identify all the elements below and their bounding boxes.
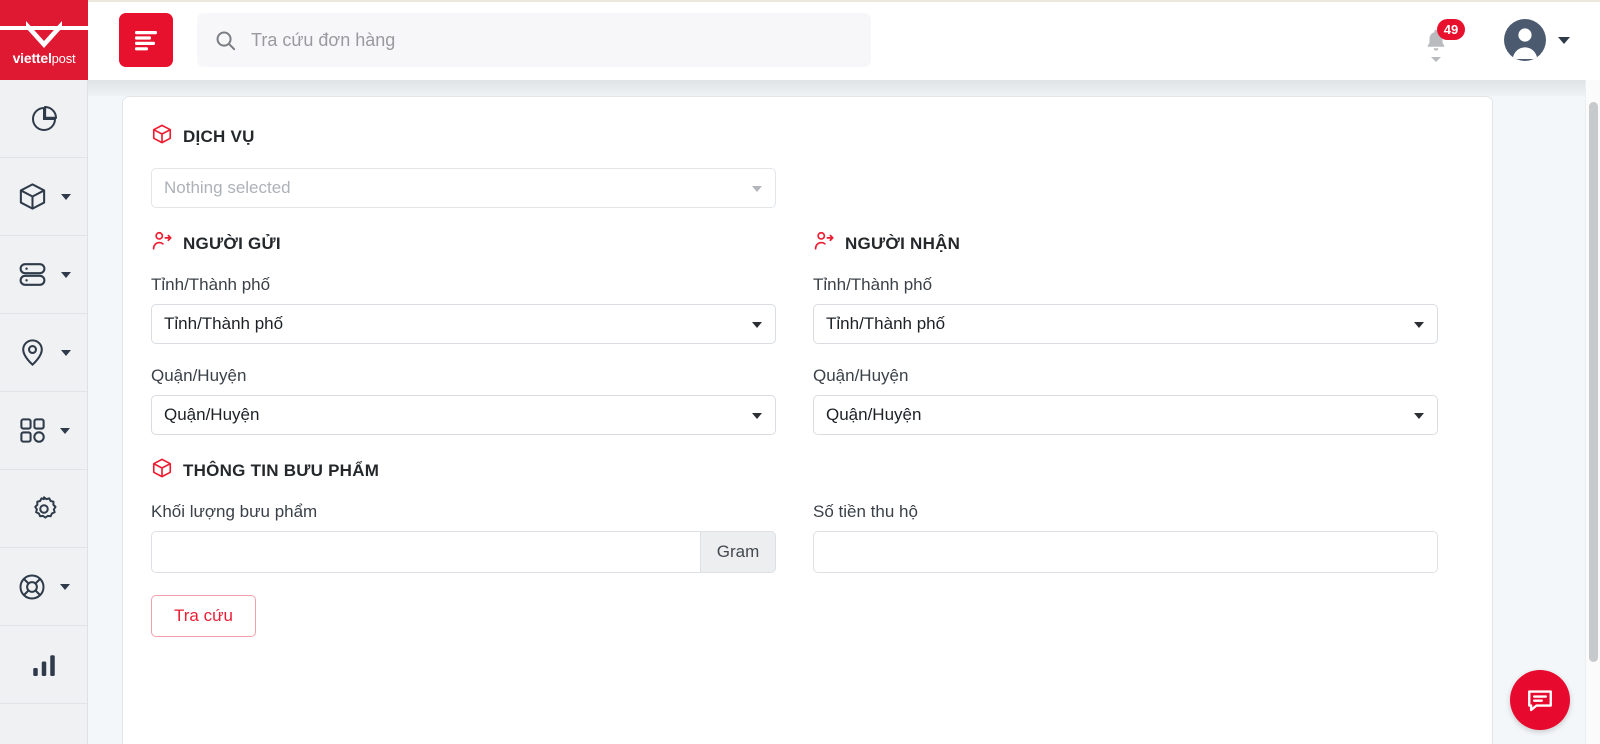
search-icon [214,29,237,52]
sender-province-select[interactable]: Tỉnh/Thành phố [151,304,776,344]
chat-bubble-icon [1528,690,1552,712]
map-pin-icon [17,337,48,368]
service-select-value: Nothing selected [164,178,291,197]
chevron-down-icon [752,322,762,328]
avatar [1504,19,1546,61]
menu-toggle-button[interactable] [119,13,173,67]
weight-column: Khối lượng bưu phẩm Gram Tra cứu [151,502,776,637]
service-select[interactable]: Nothing selected [151,168,776,208]
sender-section-title: NGƯỜI GỬI [183,233,281,253]
sidebar-item-apps[interactable] [0,392,87,470]
parcel-columns: Khối lượng bưu phẩm Gram Tra cứu Số tiền… [151,502,1464,637]
left-sidebar [0,80,88,744]
lookup-form-card: DỊCH VỤ Nothing selected NGƯỜI GỬI Tỉnh/… [122,96,1493,744]
hamburger-icon [135,31,157,51]
chevron-down-icon [60,583,70,590]
account-menu[interactable] [1504,19,1570,61]
viettel-post-logo[interactable]: viettelpost [0,0,88,80]
chevron-down-icon [1558,36,1570,44]
receiver-section-title: NGƯỜI NHẬN [845,233,961,253]
weight-input[interactable] [151,531,700,573]
bell-caret-icon [1431,57,1441,62]
sidebar-item-settings[interactable] [0,470,87,548]
scroll-shade [88,80,1600,96]
address-columns: NGƯỜI GỬI Tỉnh/Thành phố Tỉnh/Thành phố … [151,230,1464,435]
cod-column: Số tiền thu hộ [813,502,1438,637]
lookup-submit-button[interactable]: Tra cứu [151,595,256,637]
chat-support-button[interactable] [1510,670,1570,730]
logo-word-post: post [51,50,76,66]
parcel-section-title: THÔNG TIN BƯU PHẨM [183,460,380,480]
sidebar-item-reports[interactable] [0,626,87,704]
chevron-down-icon [60,349,71,356]
logo-word-viettel: viettel [12,49,52,66]
bar-chart-icon [29,650,59,680]
vertical-scrollbar[interactable] [1585,80,1600,744]
sender-district-select[interactable]: Quận/Huyện [151,395,776,435]
sidebar-item-dashboard[interactable] [0,80,87,158]
person-receive-icon [813,230,835,257]
sidebar-item-storage[interactable] [0,236,87,314]
service-section-header: DỊCH VỤ [151,123,1464,150]
user-avatar-icon [1512,28,1538,59]
receiver-district-select[interactable]: Quận/Huyện [813,395,1438,435]
logo-wordmark: viettelpost [13,50,76,66]
chevron-down-icon [60,193,71,200]
server-icon [17,259,48,290]
sender-column: NGƯỜI GỬI Tỉnh/Thành phố Tỉnh/Thành phố … [151,230,776,435]
chevron-down-icon [60,271,71,278]
notification-count-badge: 49 [1437,19,1465,40]
cod-input[interactable] [813,531,1438,573]
cod-label: Số tiền thu hộ [813,502,918,521]
package-icon [151,457,173,484]
sender-district-value: Quận/Huyện [164,405,260,424]
package-icon [17,181,48,212]
sender-section-header: NGƯỜI GỬI [151,230,776,257]
header-actions: 49 [1416,18,1570,62]
pie-chart-icon [29,104,59,134]
search-input[interactable] [251,29,857,51]
weight-label: Khối lượng bưu phẩm [151,502,318,521]
top-hairline [88,0,1600,2]
receiver-section-header: NGƯỜI NHẬN [813,230,1438,257]
gear-icon [29,494,59,524]
sender-district-label: Quận/Huyện [151,366,247,385]
service-section-title: DỊCH VỤ [183,126,255,146]
sender-province-label: Tỉnh/Thành phố [151,275,271,294]
chevron-down-icon [1414,322,1424,328]
receiver-province-value: Tỉnh/Thành phố [826,314,946,333]
chevron-down-icon [59,427,70,434]
sidebar-item-locations[interactable] [0,314,87,392]
sidebar-item-support[interactable] [0,548,87,626]
chevron-down-icon [752,413,762,419]
receiver-province-label: Tỉnh/Thành phố [813,275,933,294]
chevron-down-icon [752,186,762,192]
sender-province-value: Tỉnh/Thành phố [164,314,284,333]
chevron-down-icon [1414,413,1424,419]
parcel-section-header: THÔNG TIN BƯU PHẨM [151,457,1464,484]
top-header: 49 [88,0,1600,80]
grid-apps-icon [18,416,47,445]
receiver-district-value: Quận/Huyện [826,405,922,424]
notifications-button[interactable]: 49 [1416,18,1465,62]
main-content: DỊCH VỤ Nothing selected NGƯỜI GỬI Tỉnh/… [88,80,1600,744]
lifebuoy-icon [17,572,47,602]
sidebar-item-shipments[interactable] [0,158,87,236]
viettel-logo-mark [0,20,88,48]
weight-input-group: Gram [151,531,776,573]
order-search-bar[interactable] [197,13,871,67]
receiver-province-select[interactable]: Tỉnh/Thành phố [813,304,1438,344]
receiver-column: NGƯỜI NHẬN Tỉnh/Thành phố Tỉnh/Thành phố… [813,230,1438,435]
app-root: viettelpost Tra cứu đơn hàng 49 DỊCH VỤ … [0,0,1600,744]
weight-unit-addon: Gram [700,531,776,573]
package-icon [151,123,173,150]
person-send-icon [151,230,173,257]
receiver-district-label: Quận/Huyện [813,366,909,385]
scrollbar-thumb[interactable] [1589,102,1598,662]
